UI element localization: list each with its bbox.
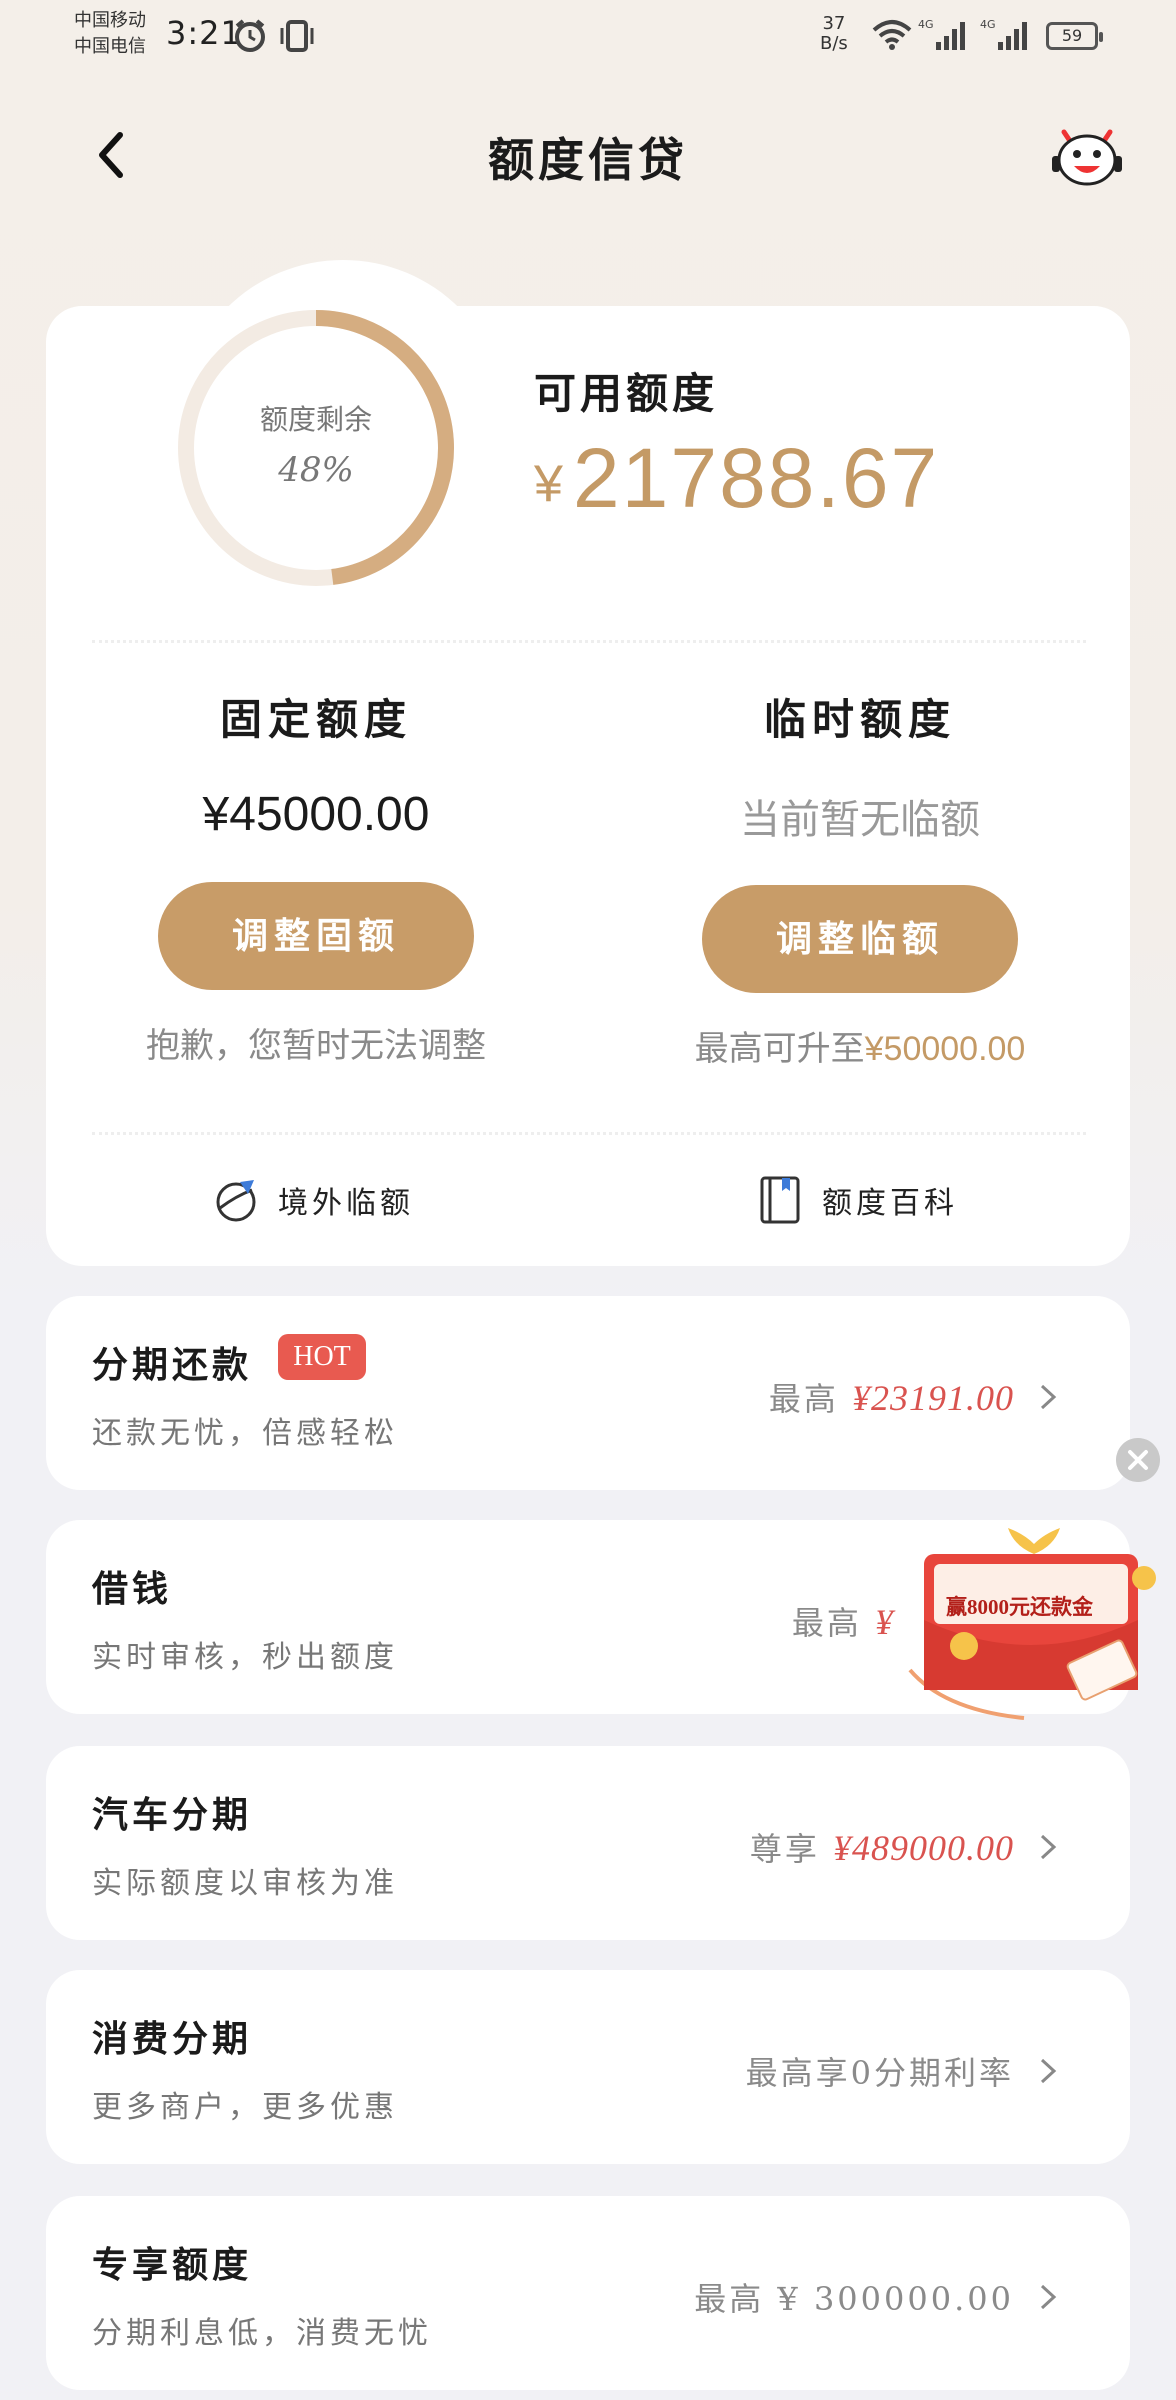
list-item-exclusive-credit[interactable]: 专享额度 分期利息低，消费无忧 最高 ¥ 300000.00 [46,2196,1130,2390]
item-subtitle: 还款无忧，倍感轻松 [92,1416,398,1451]
available-credit-value: ¥21788.67 [534,430,939,527]
vibrate-icon [280,20,314,52]
item-right-value: ¥ [875,1602,894,1642]
item-title: 消费分期 [92,2018,253,2060]
battery-indicator: 59 [1046,22,1103,50]
divider [92,640,1086,643]
item-right-info: 最高 ¥ [792,1598,894,1644]
currency-symbol: ¥ [534,455,563,513]
adjust-fixed-button[interactable]: 调整固额 [158,882,474,990]
item-subtitle: 实际额度以审核为准 [92,1866,398,1901]
item-title: 专享额度 [92,2244,253,2286]
globe-plane-icon [216,1180,256,1222]
available-credit-label: 可用额度 [534,369,719,418]
wifi-icon [872,20,912,50]
fixed-credit-title: 固定额度 [219,695,412,744]
item-right-info: 最高 ¥23191.00 [769,1374,1014,1420]
item-right-info: 最高享0分期利率 [745,2054,1014,2092]
assistant-mascot-icon[interactable] [1050,122,1124,188]
remaining-ring [178,310,454,586]
fixed-credit-value: ¥45000.00 [202,788,430,841]
temp-credit-note: 最高可升至¥50000.00 [590,1021,1130,1070]
divider [92,1132,1086,1135]
credit-wiki-label: 额度百科 [822,1186,958,1221]
nav-bar: 额度信贷 [0,100,1176,210]
list-item-installment-repay[interactable]: 分期还款 HOT 还款无忧，倍感轻松 最高 ¥23191.00 [46,1296,1130,1490]
speed-unit: B/s [820,33,848,54]
item-right-value: ¥489000.00 [833,1828,1014,1868]
fixed-credit-note: 抱歉，您暂时无法调整 [146,1026,486,1066]
network-speed: 37 B/s [820,14,848,54]
item-right-prefix: 最高 [768,1380,839,1418]
item-right-info: 最高 ¥ 300000.00 [694,2280,1014,2318]
temp-note-amount: ¥50000.00 [864,1030,1026,1068]
item-right-value: ¥23191.00 [852,1378,1014,1418]
temp-note-prefix: 最高可升至 [694,1029,865,1069]
temp-credit-title: 临时额度 [763,695,956,744]
hot-badge: HOT [278,1334,366,1380]
signal-icon-2: 4G [980,18,1027,50]
svg-text:4G: 4G [980,18,996,31]
item-right-prefix: 最高 [791,1604,862,1642]
status-bar: 中国移动 中国电信 3:21 37 B/s 4G 4G 59 [0,0,1176,70]
alarm-icon [235,19,265,52]
list-item-consumer-installment[interactable]: 消费分期 更多商户，更多优惠 最高享0分期利率 [46,1970,1130,2164]
chevron-right-icon [1040,2284,1057,2310]
ring-label: 额度剩余 [259,403,372,436]
book-icon [760,1176,800,1224]
page-title: 额度信贷 [488,133,688,187]
chevron-right-icon [1040,1834,1057,1860]
item-title: 分期还款 [92,1344,253,1386]
item-subtitle: 分期利息低，消费无忧 [92,2316,432,2351]
chevron-right-icon [1040,2058,1057,2084]
temp-credit-column: 临时额度 当前暂无临额 调整临额 最高可升至¥50000.00 [590,686,1130,1070]
item-right-prefix: 尊享 [749,1830,820,1868]
carrier-2: 中国电信 [74,36,146,57]
carrier-1: 中国移动 [74,10,146,31]
signal-icon-1: 4G [918,18,965,50]
list-item-car-installment[interactable]: 汽车分期 实际额度以审核为准 尊享 ¥489000.00 [46,1746,1130,1940]
overseas-temp-label: 境外临额 [278,1186,414,1221]
item-right-info: 尊享 ¥489000.00 [750,1824,1014,1870]
item-subtitle: 实时审核，秒出额度 [92,1640,398,1675]
credit-wiki-link[interactable]: 额度百科 [758,1172,958,1228]
fixed-credit-column: 固定额度 ¥45000.00 调整固额 抱歉，您暂时无法调整 [46,686,586,1067]
available-amount: 21788.67 [572,431,940,525]
adjust-temp-button[interactable]: 调整临额 [702,885,1018,993]
item-subtitle: 更多商户，更多优惠 [92,2090,398,2125]
item-title: 汽车分期 [92,1794,253,1836]
carrier-info: 中国移动 中国电信 [74,8,146,60]
promo-text: 赢8000元还款金 [946,1595,1093,1619]
ring-percent: 48% [278,450,354,490]
chevron-right-icon [1040,1384,1057,1410]
red-envelope-promo-icon[interactable] [904,1510,1176,1740]
temp-credit-value: 当前暂无临额 [740,797,980,843]
speed-value: 37 [822,13,846,34]
svg-text:4G: 4G [918,18,934,31]
overseas-temp-link[interactable]: 境外临额 [212,1172,414,1228]
item-title: 借钱 [92,1568,173,1610]
close-promo-icon[interactable] [1116,1438,1160,1482]
clock: 3:21 [166,14,242,52]
